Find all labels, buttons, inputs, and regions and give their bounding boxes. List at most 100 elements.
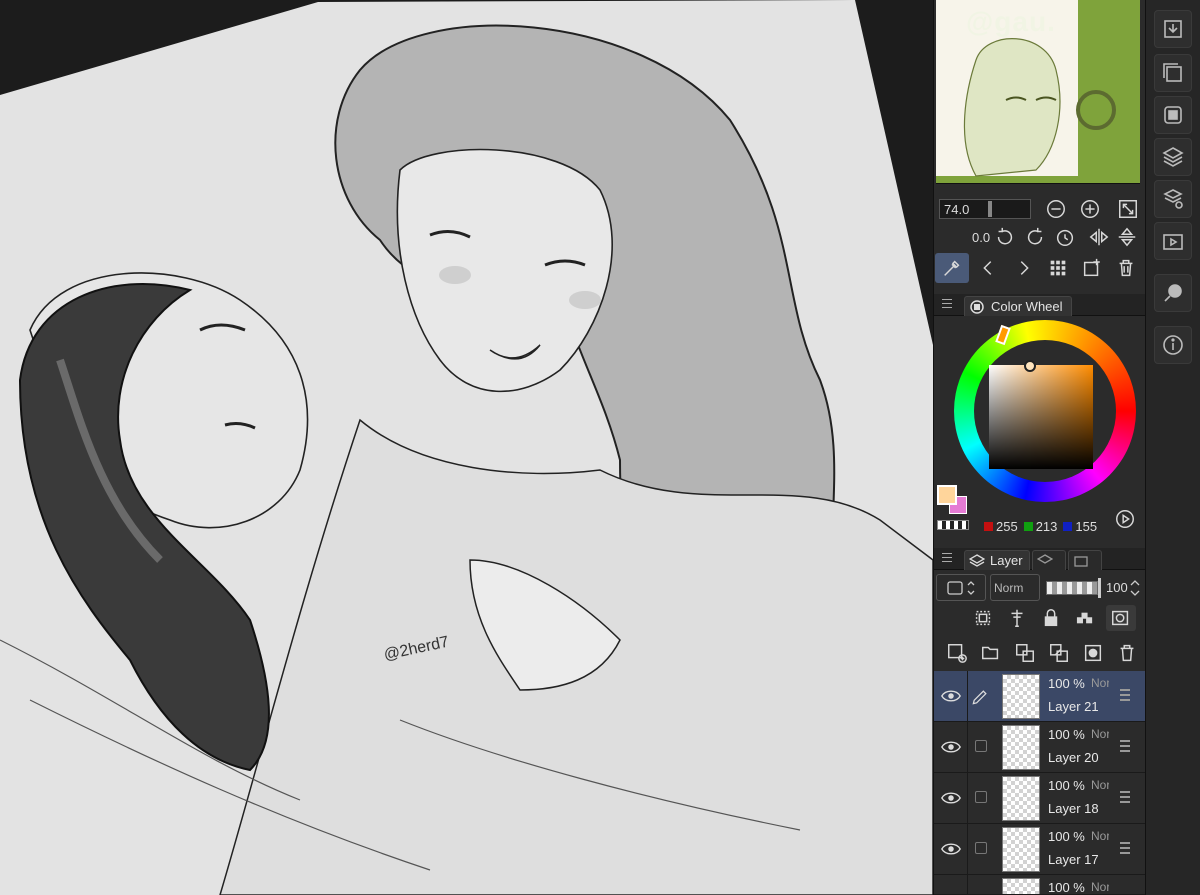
color-panel-menu-icon[interactable] <box>942 299 952 309</box>
layer-blend: Nor <box>1091 778 1109 792</box>
rotate-left-icon <box>997 227 1013 245</box>
layer-select-checkbox[interactable] <box>975 740 987 752</box>
layer-name: Layer 17 <box>1048 852 1099 867</box>
rotate-left-button[interactable] <box>992 224 1018 250</box>
lock-layer-button[interactable] <box>1038 605 1064 631</box>
opacity-slider[interactable] <box>1046 580 1098 595</box>
tab-layer[interactable]: Layer <box>964 550 1030 570</box>
drag-handle-icon[interactable] <box>1120 689 1130 704</box>
clip-layer-button[interactable] <box>970 605 996 631</box>
eye-icon[interactable] <box>940 685 962 707</box>
animation-icon <box>1163 234 1183 250</box>
layer-select-checkbox[interactable] <box>975 842 987 854</box>
play-circle-icon <box>1116 510 1134 528</box>
artwork-canvas[interactable]: @2herd7 <box>0 0 933 895</box>
delete-layer-button[interactable] <box>1114 640 1140 666</box>
layer-color-button[interactable] <box>936 574 986 601</box>
mask-button[interactable] <box>1106 605 1136 631</box>
drag-handle-icon[interactable] <box>1120 740 1130 755</box>
opacity-stepper-icon[interactable] <box>1130 579 1140 597</box>
zoom-value: 74.0 <box>944 201 970 217</box>
search-panel-button[interactable] <box>1154 274 1192 312</box>
blend-mode-select[interactable]: Norm <box>990 574 1040 601</box>
eye-icon[interactable] <box>940 838 962 860</box>
info-panel-button[interactable] <box>1154 326 1192 364</box>
add-material-icon <box>1083 258 1100 277</box>
tab-color-wheel[interactable]: Color Wheel <box>964 296 1072 316</box>
sub-view-button[interactable] <box>1154 54 1192 92</box>
transfer-down-icon <box>1016 644 1034 662</box>
lock-icon <box>1044 609 1058 627</box>
color-picker-handle[interactable] <box>1024 360 1036 372</box>
previous-button[interactable] <box>975 255 1001 281</box>
new-folder-button[interactable] <box>978 640 1004 666</box>
transparent-color-swatch[interactable] <box>937 520 969 530</box>
sub-view-icon <box>1163 63 1182 82</box>
new-raster-layer-button[interactable] <box>944 640 970 666</box>
drag-handle-icon[interactable] <box>1120 842 1130 857</box>
reset-rotation-button[interactable] <box>1052 224 1078 250</box>
next-button[interactable] <box>1011 255 1037 281</box>
drag-handle-icon[interactable] <box>1120 791 1130 806</box>
info-icon <box>1163 335 1183 355</box>
eye-icon[interactable] <box>940 787 962 809</box>
delete-tool-button[interactable] <box>1113 255 1139 281</box>
layer-name: Layer 20 <box>1048 750 1099 765</box>
tab-layer-property[interactable] <box>1032 550 1066 570</box>
layer-opacity: 100 % <box>1048 829 1085 844</box>
color-mode-button[interactable] <box>1112 506 1138 532</box>
search-icon <box>1164 284 1182 302</box>
layer-panel-button[interactable] <box>1154 138 1192 176</box>
zoom-out-button[interactable] <box>1043 196 1069 222</box>
green-swatch <box>1023 522 1033 531</box>
fit-window-button[interactable] <box>1115 196 1141 222</box>
navigator-watermark: @gau. <box>966 6 1056 37</box>
create-mask-button[interactable] <box>1080 640 1106 666</box>
lighthouse-icon <box>1011 609 1023 627</box>
zoom-input[interactable]: 74.0 <box>939 199 1031 219</box>
mask-icon <box>1112 610 1129 626</box>
main-color-swatch[interactable] <box>937 485 957 505</box>
layer-select-checkbox[interactable] <box>975 791 987 803</box>
layer-opacity: 100 % <box>1048 676 1085 691</box>
layer-property-panel-button[interactable] <box>1154 180 1192 218</box>
eyedropper-tool-button[interactable] <box>935 253 969 283</box>
zoom-in-button[interactable] <box>1077 196 1103 222</box>
layer-name: Layer 21 <box>1048 699 1099 714</box>
layer-tab-bar: Layer <box>934 548 1146 570</box>
flip-vertical-button[interactable] <box>1114 224 1140 250</box>
import-button[interactable] <box>1154 10 1192 48</box>
transfer-down-button[interactable] <box>1012 640 1038 666</box>
opacity-value: 100 <box>1106 580 1128 595</box>
flip-horizontal-button[interactable] <box>1086 224 1112 250</box>
layer-opacity: 100 % <box>1048 727 1085 742</box>
navigator-panel-button[interactable] <box>1154 96 1192 134</box>
layer-row[interactable]: 100 % Nor <box>934 875 1146 895</box>
layer-row[interactable]: 100 % Nor Layer 21 <box>934 671 1146 722</box>
layer-blend: Nor <box>1091 829 1109 843</box>
navigator-preview[interactable]: @gau. <box>936 0 1140 184</box>
animation-panel-button[interactable] <box>1154 222 1192 260</box>
command-sidebar <box>1145 0 1200 895</box>
layer-panel-menu-icon[interactable] <box>942 553 952 563</box>
add-material-button[interactable] <box>1079 255 1105 281</box>
grid-menu-button[interactable] <box>1045 255 1071 281</box>
canvas-area[interactable]: @2herd7 <box>0 0 933 895</box>
lock-transparent-button[interactable] <box>1072 605 1098 631</box>
layer-row[interactable]: 100 % Nor Layer 20 <box>934 722 1146 773</box>
layer-row[interactable]: 100 % Nor Layer 17 <box>934 824 1146 875</box>
opacity-slider-handle[interactable] <box>1098 577 1101 598</box>
clip-layer-icon <box>975 610 991 626</box>
rotate-right-button[interactable] <box>1022 224 1048 250</box>
merge-down-button[interactable] <box>1046 640 1072 666</box>
layer-thumbnail <box>1002 674 1040 719</box>
saturation-value-square[interactable] <box>989 365 1093 469</box>
color-wheel-tab-icon <box>970 299 984 314</box>
chevron-right-icon <box>1020 261 1029 275</box>
layer-blend: Nor <box>1091 676 1109 690</box>
eye-icon[interactable] <box>940 736 962 758</box>
layer-row[interactable]: 100 % Nor Layer 18 <box>934 773 1146 824</box>
reference-layer-button[interactable] <box>1004 605 1030 631</box>
layer-thumbnail <box>1002 827 1040 872</box>
tab-animation[interactable] <box>1068 550 1102 570</box>
